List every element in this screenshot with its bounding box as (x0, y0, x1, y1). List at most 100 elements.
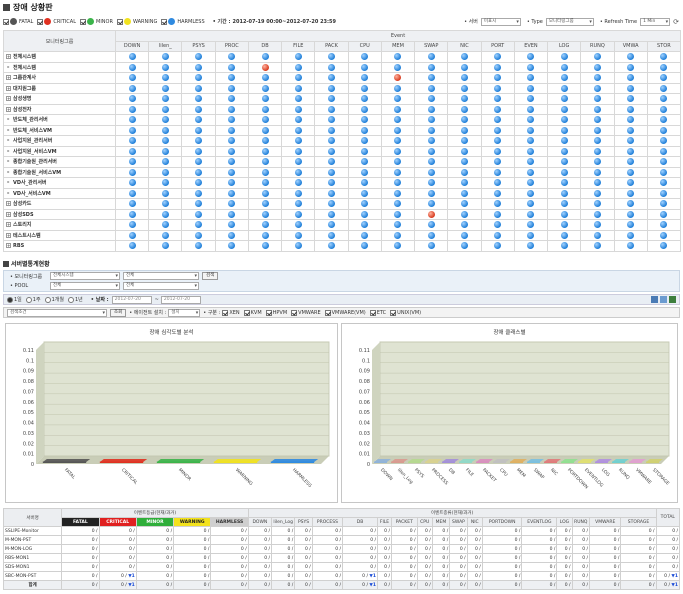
status-cell[interactable] (181, 114, 216, 126)
normal-status-icon[interactable] (627, 200, 635, 208)
normal-status-icon[interactable] (494, 168, 502, 176)
status-cell[interactable] (547, 51, 582, 63)
status-cell[interactable] (181, 145, 216, 157)
normal-status-icon[interactable] (328, 189, 336, 197)
normal-status-icon[interactable] (161, 179, 169, 187)
normal-status-icon[interactable] (294, 95, 302, 103)
status-cell[interactable] (580, 72, 615, 84)
group-name-cell[interactable]: ▸ 반도체_관리서버 (3, 114, 116, 126)
normal-status-icon[interactable] (560, 189, 568, 197)
normal-status-icon[interactable] (394, 95, 402, 103)
normal-status-icon[interactable] (494, 95, 502, 103)
normal-status-icon[interactable] (527, 168, 535, 176)
normal-status-icon[interactable] (494, 200, 502, 208)
normal-status-icon[interactable] (195, 158, 203, 166)
normal-status-icon[interactable] (328, 231, 336, 239)
server-name[interactable]: M-MON-LOG (2, 544, 63, 554)
status-cell[interactable] (214, 156, 249, 168)
status-cell[interactable] (613, 51, 648, 63)
status-cell[interactable] (480, 187, 515, 199)
status-cell[interactable] (214, 208, 249, 220)
normal-status-icon[interactable] (261, 53, 269, 61)
status-cell[interactable] (247, 156, 283, 168)
normal-status-icon[interactable] (627, 84, 635, 92)
status-cell[interactable] (181, 93, 216, 105)
normal-status-icon[interactable] (328, 200, 336, 208)
status-cell[interactable] (347, 103, 382, 115)
normal-status-icon[interactable] (195, 105, 203, 113)
status-cell[interactable] (347, 229, 382, 241)
status-cell[interactable] (580, 93, 615, 105)
status-cell[interactable] (513, 177, 549, 189)
normal-status-icon[interactable] (427, 158, 435, 166)
normal-status-icon[interactable] (660, 137, 668, 145)
normal-status-icon[interactable] (361, 221, 369, 229)
status-cell[interactable] (114, 240, 150, 252)
status-cell[interactable] (148, 166, 183, 178)
status-cell[interactable] (646, 208, 682, 220)
normal-status-icon[interactable] (593, 95, 601, 103)
normal-status-icon[interactable] (627, 74, 635, 82)
status-cell[interactable] (480, 124, 515, 136)
status-cell[interactable] (281, 187, 316, 199)
status-cell[interactable] (646, 240, 682, 252)
normal-status-icon[interactable] (328, 210, 336, 218)
normal-status-icon[interactable] (560, 95, 568, 103)
grid-row[interactable]: ▸ 종합기술원_서비스VM (3, 166, 682, 178)
status-cell[interactable] (281, 124, 316, 136)
grid-row[interactable]: ▸ 반도체_서비스VM (3, 124, 682, 136)
status-cell[interactable] (314, 114, 349, 126)
normal-status-icon[interactable] (261, 116, 269, 124)
normal-status-icon[interactable] (261, 242, 269, 250)
type-filter[interactable]: XEN (222, 309, 240, 316)
normal-status-icon[interactable] (560, 231, 568, 239)
status-cell[interactable] (114, 166, 150, 178)
normal-status-icon[interactable] (328, 147, 336, 155)
normal-status-icon[interactable] (128, 63, 136, 71)
normal-status-icon[interactable] (228, 231, 236, 239)
normal-status-icon[interactable] (660, 158, 668, 166)
status-cell[interactable] (480, 82, 515, 94)
normal-status-icon[interactable] (228, 158, 236, 166)
status-cell[interactable] (414, 198, 449, 210)
status-cell[interactable] (314, 103, 349, 115)
status-cell[interactable] (580, 166, 615, 178)
status-cell[interactable] (247, 187, 283, 199)
normal-status-icon[interactable] (494, 63, 502, 71)
status-cell[interactable] (547, 82, 582, 94)
normal-status-icon[interactable] (427, 84, 435, 92)
status-cell[interactable] (347, 208, 382, 220)
status-cell[interactable] (646, 61, 682, 73)
grid-row[interactable]: ▸ VD사_서비스VM (3, 187, 682, 199)
normal-status-icon[interactable] (128, 221, 136, 229)
group-name-cell[interactable]: + 삼성생명 (3, 93, 116, 105)
status-cell[interactable] (148, 187, 183, 199)
status-cell[interactable] (114, 187, 150, 199)
normal-status-icon[interactable] (660, 147, 668, 155)
grid-row[interactable]: + RBS (3, 240, 682, 252)
normal-status-icon[interactable] (195, 221, 203, 229)
status-cell[interactable] (114, 135, 150, 147)
status-cell[interactable] (613, 198, 648, 210)
normal-status-icon[interactable] (228, 221, 236, 229)
normal-status-icon[interactable] (527, 179, 535, 187)
type-checkbox[interactable] (222, 309, 229, 316)
status-cell[interactable] (580, 229, 615, 241)
status-cell[interactable] (181, 198, 216, 210)
normal-status-icon[interactable] (128, 210, 136, 218)
status-cell[interactable] (613, 145, 648, 157)
normal-status-icon[interactable] (660, 200, 668, 208)
status-cell[interactable] (281, 240, 316, 252)
normal-status-icon[interactable] (394, 53, 402, 61)
status-cell[interactable] (214, 93, 249, 105)
status-cell[interactable] (314, 72, 349, 84)
normal-status-icon[interactable] (161, 231, 169, 239)
status-cell[interactable] (214, 135, 249, 147)
normal-status-icon[interactable] (494, 242, 502, 250)
normal-status-icon[interactable] (427, 116, 435, 124)
group-name-cell[interactable]: + RBS (3, 240, 116, 252)
status-cell[interactable] (347, 61, 382, 73)
status-cell[interactable] (414, 61, 449, 73)
normal-status-icon[interactable] (161, 147, 169, 155)
normal-status-icon[interactable] (294, 210, 302, 218)
